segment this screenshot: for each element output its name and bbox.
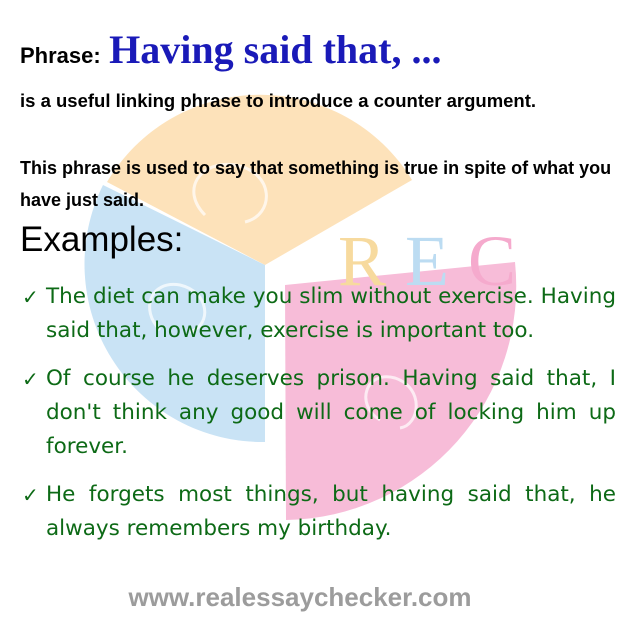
example-item: ✓ He forgets most things, but having sai… [22,478,616,546]
page-content: Phrase: Having said that, ... is a usefu… [0,0,640,640]
checkmark-icon: ✓ [22,483,39,507]
phrase-label: Phrase: [20,43,101,68]
description-line-2: This phrase is used to say that somethin… [20,158,612,210]
example-text: He forgets most things, but having said … [46,482,616,541]
examples-list: ✓ The diet can make you slim without exe… [22,280,616,560]
example-item: ✓ Of course he deserves prison. Having s… [22,362,616,464]
examples-heading: Examples: [20,220,184,259]
title-row: Phrase: Having said that, ... [20,26,441,73]
phrase-title: Having said that, ... [109,27,442,72]
example-text: The diet can make you slim without exerc… [46,284,616,343]
description-line-1: is a useful linking phrase to introduce … [20,90,537,111]
checkmark-icon: ✓ [22,285,39,309]
website-url: www.realessaychecker.com [128,582,472,612]
example-text: Of course he deserves prison. Having sai… [46,366,616,459]
example-item: ✓ The diet can make you slim without exe… [22,280,616,348]
checkmark-icon: ✓ [22,367,39,391]
